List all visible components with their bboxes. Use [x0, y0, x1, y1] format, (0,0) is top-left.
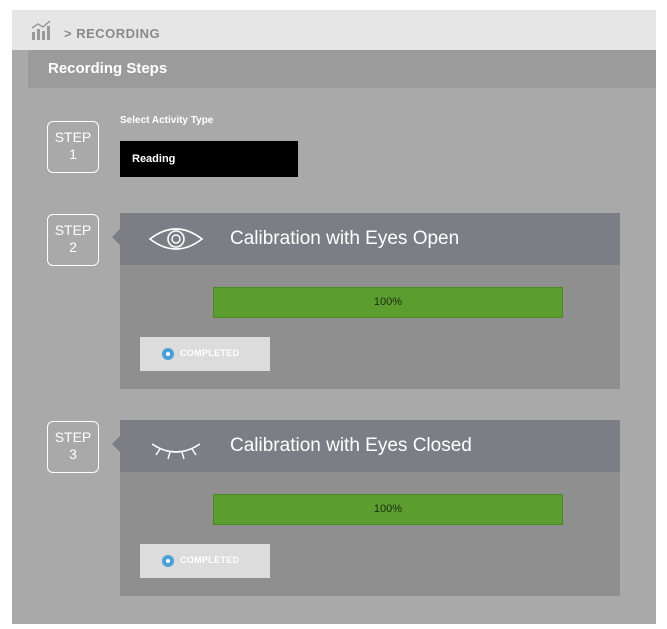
step-2-badge: STEP 2: [47, 214, 99, 266]
calibration-eyes-closed-card: Calibration with Eyes Closed 100% COMPLE…: [112, 420, 620, 596]
step-3-badge: STEP 3: [47, 421, 99, 473]
status-dot-icon: [162, 348, 174, 360]
status-text: COMPLETED: [180, 555, 240, 565]
calibration-title: Calibration with Eyes Closed: [230, 435, 472, 456]
activity-type-select[interactable]: Reading: [120, 141, 298, 177]
card-header: Calibration with Eyes Closed: [120, 420, 620, 472]
step-label: STEP: [54, 222, 92, 238]
progress-text: 100%: [373, 296, 403, 308]
calibration-eyes-open-card: Calibration with Eyes Open 100% COMPLETE…: [112, 213, 620, 389]
card-pointer: [112, 229, 120, 245]
step-number: 3: [69, 446, 77, 462]
eye-open-icon: [148, 228, 204, 250]
eye-closed-icon: [151, 443, 201, 460]
step-number: 2: [69, 239, 77, 255]
completed-status-button[interactable]: COMPLETED: [140, 337, 270, 371]
calibration-title: Calibration with Eyes Open: [230, 228, 460, 249]
step-label: STEP: [54, 129, 92, 145]
activity-type-label: Select Activity Type: [120, 115, 214, 126]
status-dot-icon: [162, 555, 174, 567]
step-label: STEP: [54, 429, 92, 445]
progress-bar: 100%: [213, 494, 563, 525]
card-pointer: [112, 436, 120, 452]
completed-status-button[interactable]: COMPLETED: [140, 544, 270, 578]
progress-bar: 100%: [213, 287, 563, 318]
panel-header: Recording Steps: [28, 50, 656, 88]
progress-text: 100%: [373, 503, 403, 515]
breadcrumb[interactable]: > RECORDING: [64, 26, 160, 41]
step-1-badge: STEP 1: [47, 121, 99, 173]
card-header: Calibration with Eyes Open: [120, 213, 620, 265]
panel-title: Recording Steps: [48, 60, 168, 77]
step-number: 1: [69, 146, 77, 162]
status-text: COMPLETED: [180, 348, 240, 358]
chart-logo-icon[interactable]: [30, 20, 52, 42]
